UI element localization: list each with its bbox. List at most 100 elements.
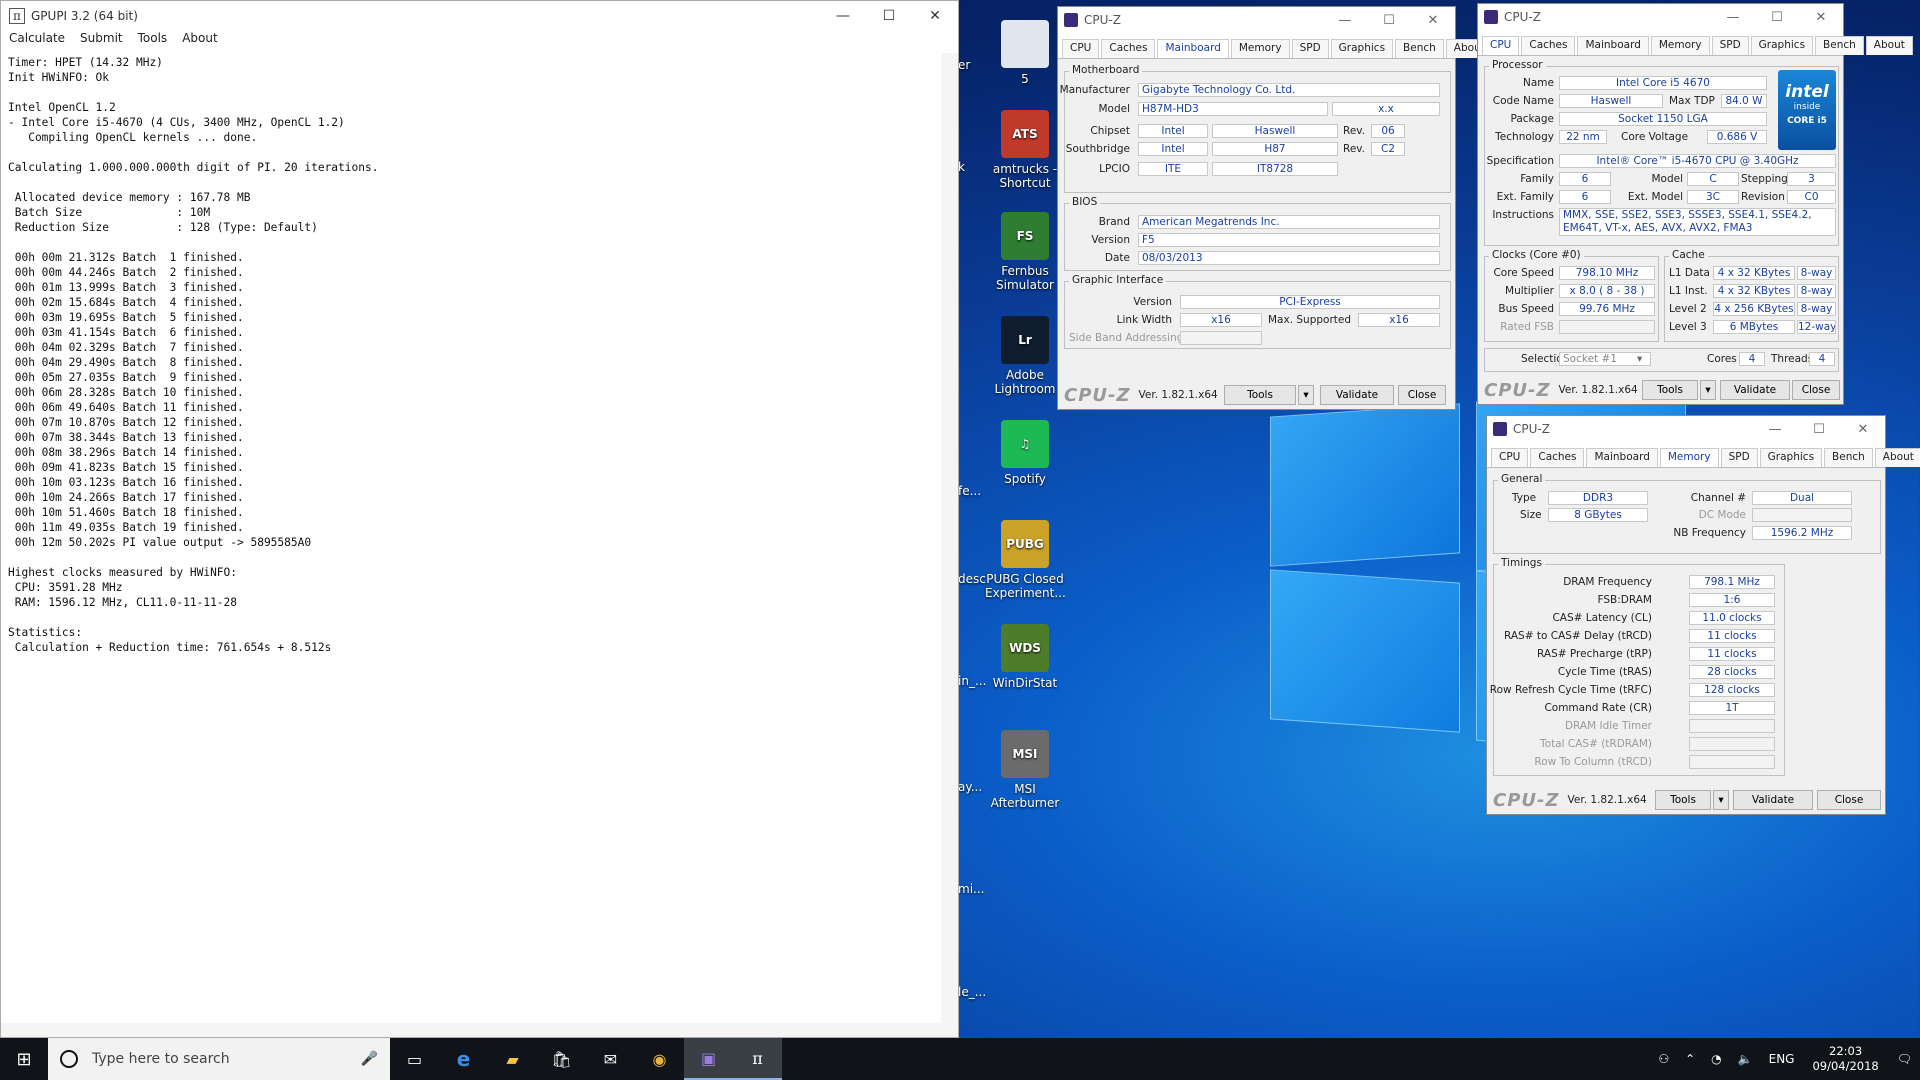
validate-button[interactable]: Validate <box>1733 790 1813 810</box>
desktop-icon-label-fragment[interactable]: er <box>958 58 970 72</box>
cpuz-titlebar[interactable]: CPU-Z — ☐ ✕ <box>1478 4 1843 30</box>
tab-graphics[interactable]: Graphics <box>1750 36 1814 55</box>
tab-bench[interactable]: Bench <box>1824 448 1873 467</box>
tab-memory[interactable]: Memory <box>1650 36 1710 55</box>
cpuz-taskbar-button[interactable]: ▣ <box>684 1038 733 1080</box>
gpupi-window[interactable]: π GPUPI 3.2 (64 bit) — ☐ ✕ Calculate Sub… <box>0 0 959 1038</box>
maximize-icon[interactable]: ☐ <box>1755 10 1799 25</box>
desktop-icon[interactable]: WDS WinDirStat <box>985 624 1065 690</box>
tab-graphics[interactable]: Graphics <box>1330 39 1394 58</box>
tab-graphics[interactable]: Graphics <box>1759 448 1823 467</box>
chevron-down-icon[interactable]: ▾ <box>1637 353 1642 365</box>
start-button[interactable]: ⊞ <box>0 1038 48 1080</box>
tab-about[interactable]: About <box>1865 36 1913 55</box>
mail-button[interactable]: ✉ <box>586 1038 635 1080</box>
close-button[interactable]: Close <box>1817 790 1881 810</box>
cpuz-titlebar[interactable]: CPU-Z — ☐ ✕ <box>1487 416 1885 442</box>
desktop-icon-label-fragment[interactable]: desc <box>958 572 986 586</box>
tab-caches[interactable]: Caches <box>1530 448 1585 467</box>
minimize-icon[interactable]: — <box>1753 422 1797 437</box>
validate-button[interactable]: Validate <box>1320 385 1394 405</box>
desktop-icon-label-fragment[interactable]: fe... <box>958 484 981 498</box>
ext-model-label: Ext. Model <box>1627 191 1683 203</box>
tools-button[interactable]: Tools <box>1655 790 1711 810</box>
task-view-button[interactable]: ▭ <box>390 1038 439 1080</box>
tools-dropdown-icon[interactable]: ▾ <box>1713 790 1729 810</box>
chrome-button[interactable]: ◉ <box>635 1038 684 1080</box>
minimize-icon[interactable]: — <box>1323 13 1367 28</box>
maximize-icon[interactable]: ☐ <box>1797 422 1841 437</box>
desktop-icon[interactable]: Lr Adobe Lightroom <box>985 316 1065 396</box>
close-button[interactable]: Close <box>1398 385 1446 405</box>
search-box[interactable]: Type here to search 🎤 <box>48 1038 390 1080</box>
tab-spd[interactable]: SPD <box>1291 39 1329 58</box>
tab-spd[interactable]: SPD <box>1720 448 1758 467</box>
tab-cpu[interactable]: CPU <box>1482 36 1520 55</box>
microphone-icon[interactable]: 🎤 <box>361 1051 378 1067</box>
desktop-icon-label-fragment[interactable]: in_... <box>958 674 986 688</box>
gpupi-titlebar[interactable]: π GPUPI 3.2 (64 bit) — ☐ ✕ <box>1 1 958 31</box>
store-button[interactable]: 🛍 <box>537 1038 586 1080</box>
chevron-up-icon[interactable]: ⌃ <box>1685 1052 1695 1066</box>
tab-caches[interactable]: Caches <box>1101 39 1156 58</box>
close-icon[interactable]: ✕ <box>1799 10 1843 25</box>
desktop-icon-label-fragment[interactable]: k <box>958 160 965 174</box>
clock[interactable]: 22:03 09/04/2018 <box>1812 1044 1878 1074</box>
maximize-icon[interactable]: ☐ <box>1367 13 1411 28</box>
validate-button[interactable]: Validate <box>1720 380 1790 400</box>
close-button[interactable]: Close <box>1792 380 1840 400</box>
desktop-icon[interactable]: 5 <box>985 20 1065 86</box>
notifications-icon[interactable]: 🗨 <box>1897 1052 1912 1066</box>
volume-icon[interactable]: 🔈 <box>1738 1052 1753 1066</box>
desktop-icon[interactable]: MSI MSI Afterburner <box>985 730 1065 810</box>
cpuz-titlebar[interactable]: CPU-Z — ☐ ✕ <box>1058 7 1455 33</box>
menu-calculate[interactable]: Calculate <box>9 31 65 51</box>
menu-tools[interactable]: Tools <box>138 31 168 51</box>
desktop-icon-label-fragment[interactable]: mi... <box>958 882 984 896</box>
channel-label: Channel # <box>1690 492 1746 504</box>
minimize-icon[interactable]: — <box>820 8 866 24</box>
tab-caches[interactable]: Caches <box>1521 36 1576 55</box>
language-indicator[interactable]: ENG <box>1769 1052 1795 1066</box>
threads-label: Threads <box>1771 353 1814 365</box>
tab-mainboard[interactable]: Mainboard <box>1577 36 1649 55</box>
tools-dropdown-icon[interactable]: ▾ <box>1298 385 1314 405</box>
tools-dropdown-icon[interactable]: ▾ <box>1700 380 1716 400</box>
vertical-scrollbar[interactable] <box>941 53 958 1023</box>
tab-mainboard[interactable]: Mainboard <box>1586 448 1658 467</box>
maximize-icon[interactable]: ☐ <box>866 8 912 24</box>
cpuz-cpu-window[interactable]: CPU-Z — ☐ ✕ CPU Caches Mainboard Memory SPD Grap… <box>1477 3 1913 405</box>
cpuz-memory-window[interactable]: CPU-Z — ☐ ✕ CPU Caches Mainboard Memory SPD Grap… <box>1486 415 1920 815</box>
desktop-icon[interactable]: PUBG PUBG Closed Experiment... <box>985 520 1066 600</box>
tab-memory[interactable]: Memory <box>1230 39 1290 58</box>
menu-about[interactable]: About <box>182 31 217 51</box>
tab-cpu[interactable]: CPU <box>1491 448 1529 467</box>
network-icon[interactable]: ◔ <box>1711 1052 1721 1066</box>
tab-spd[interactable]: SPD <box>1711 36 1749 55</box>
tab-memory[interactable]: Memory <box>1659 448 1719 467</box>
gpupi-taskbar-button[interactable]: π <box>733 1038 782 1080</box>
tools-button[interactable]: Tools <box>1642 380 1698 400</box>
tools-button[interactable]: Tools <box>1224 385 1296 405</box>
tab-bench[interactable]: Bench <box>1395 39 1444 58</box>
minimize-icon[interactable]: — <box>1711 10 1755 25</box>
timing-value <box>1689 719 1775 733</box>
desktop-icon[interactable]: FS Fernbus Simulator <box>985 212 1065 292</box>
edge-button[interactable]: e <box>439 1038 488 1080</box>
horizontal-scrollbar[interactable] <box>1 1023 958 1037</box>
desktop-icon-label-fragment[interactable]: ay... <box>958 780 982 794</box>
tab-bench[interactable]: Bench <box>1815 36 1864 55</box>
close-icon[interactable]: ✕ <box>1411 13 1455 28</box>
menu-submit[interactable]: Submit <box>80 31 123 51</box>
desktop-icon-label-fragment[interactable]: le_... <box>958 985 986 999</box>
desktop-icon[interactable]: ♫ Spotify <box>985 420 1065 486</box>
tab-cpu[interactable]: CPU <box>1062 39 1100 58</box>
close-icon[interactable]: ✕ <box>912 8 958 24</box>
cpuz-mainboard-window[interactable]: CPU-Z — ☐ ✕ CPU Caches Mainboard Memory SPD Grap… <box>1057 6 1493 410</box>
tab-mainboard[interactable]: Mainboard <box>1157 39 1229 58</box>
file-explorer-button[interactable]: ▰ <box>488 1038 537 1080</box>
tab-about[interactable]: About <box>1874 448 1920 467</box>
desktop-icon[interactable]: ATS amtrucks - Shortcut <box>985 110 1065 190</box>
close-icon[interactable]: ✕ <box>1841 422 1885 437</box>
people-icon[interactable]: ⚇ <box>1658 1052 1669 1066</box>
